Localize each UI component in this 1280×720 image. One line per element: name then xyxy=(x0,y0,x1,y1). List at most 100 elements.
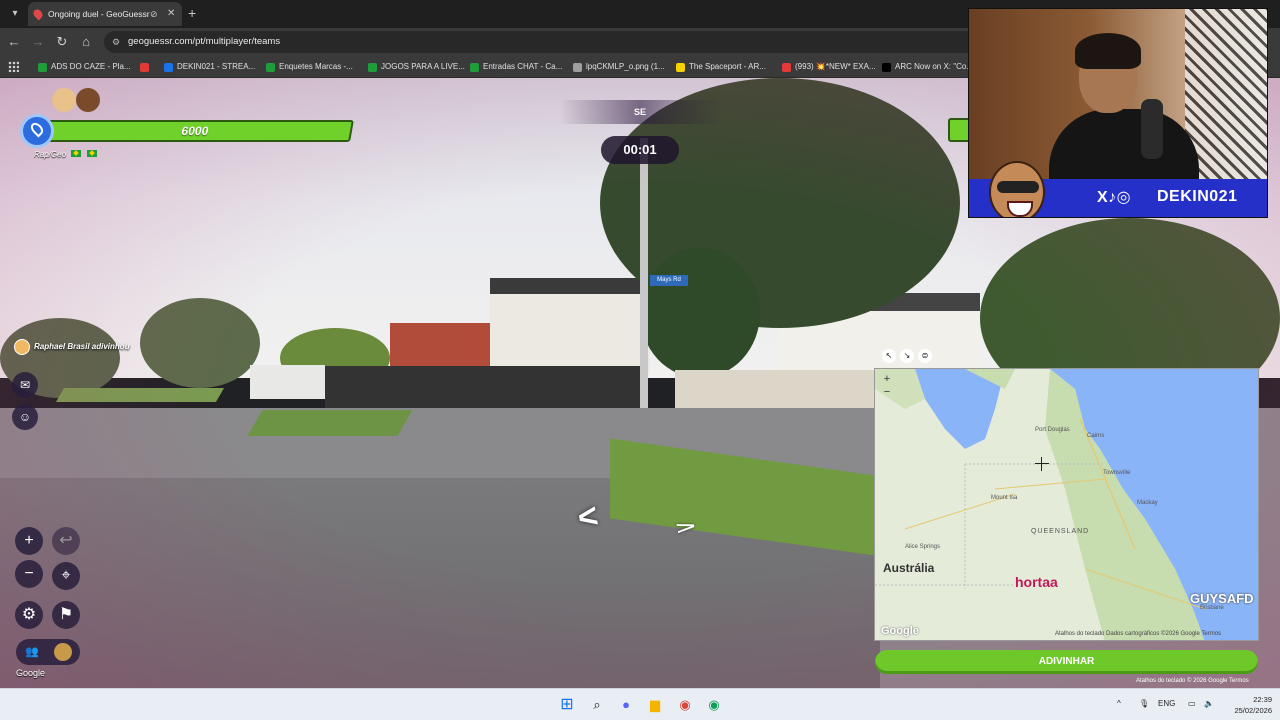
forward-icon[interactable]: → xyxy=(30,34,46,50)
bookmark-label: The Spaceport - AR... xyxy=(689,62,766,71)
map-country-label: Austrália xyxy=(883,561,935,575)
webcam-overlay: X♪◎ DEKIN021 xyxy=(968,8,1268,218)
discord-icon[interactable]: ● xyxy=(617,696,635,714)
settings-gear-icon[interactable]: ⚙ xyxy=(15,601,43,629)
map-expand-icon[interactable]: ↖ xyxy=(882,349,896,363)
map-pin-icon[interactable]: ⊜ xyxy=(918,349,932,363)
tab-search-icon[interactable]: ▾ xyxy=(6,5,24,23)
apps-grid-icon[interactable] xyxy=(8,61,19,72)
bookmark-item[interactable] xyxy=(140,59,153,75)
home-icon[interactable]: ⌂ xyxy=(78,34,94,50)
map-attribution: Atalhos do teclado Dados cartográficos ©… xyxy=(1055,631,1222,637)
move-arrow-icon[interactable]: > xyxy=(674,516,697,539)
emote-icon[interactable]: ☺ xyxy=(12,404,38,430)
map-place: Townsville xyxy=(1103,470,1131,476)
microphone-icon[interactable]: 🎙 xyxy=(1139,699,1149,708)
map-shrink-icon[interactable]: ↘ xyxy=(900,349,914,363)
guess-notification: Raphael Brasil adivinhou xyxy=(14,339,130,355)
bookmark-favicon-icon xyxy=(38,63,47,72)
bookmark-item[interactable]: The Spaceport - AR... xyxy=(676,59,766,75)
tray-overflow-icon[interactable]: ^ xyxy=(1117,699,1121,708)
undo-move-icon[interactable]: ↩ xyxy=(52,527,80,555)
street-sign: Mays Rd xyxy=(650,275,688,286)
chrome-icon[interactable]: ◉ xyxy=(705,696,723,714)
bookmark-favicon-icon xyxy=(368,63,377,72)
lawn xyxy=(55,388,225,402)
bookmark-label: Enquetes Marcas -... xyxy=(279,62,353,71)
bookmark-favicon-icon xyxy=(782,63,791,72)
search-icon[interactable]: ⌕ xyxy=(588,696,606,714)
bookmark-favicon-icon xyxy=(140,63,149,72)
site-info-icon[interactable]: ⚙ xyxy=(112,31,120,53)
map-place: Port Douglas xyxy=(1035,427,1070,433)
team-health-value: 6000 xyxy=(180,124,210,138)
browser-tab-active[interactable]: Ongoing duel - GeoGuessr ⊘ ✕ xyxy=(28,2,182,26)
system-clock[interactable]: 22:39 25/02/2026 xyxy=(1224,694,1272,716)
bookmark-item[interactable]: JOGOS PARA A LIVE... xyxy=(368,59,465,75)
bookmark-favicon-icon xyxy=(882,63,891,72)
clock-time: 22:39 xyxy=(1253,695,1272,704)
volume-icon[interactable]: 🔈 xyxy=(1204,699,1214,708)
guess-button[interactable]: ADIVINHAR xyxy=(875,650,1258,674)
streamer-handle: DEKIN021 xyxy=(1157,188,1238,205)
bookmark-label: JOGOS PARA A LIVE... xyxy=(381,62,465,71)
geoguessr-favicon-icon xyxy=(31,7,45,21)
streamer-body xyxy=(1049,109,1199,189)
map-toolbar: ↖ ↘ ⊜ xyxy=(878,349,934,367)
bookmark-label: DEKIN021 - STREA... xyxy=(177,62,256,71)
fence-dark xyxy=(325,366,645,412)
guess-notification-text: Raphael Brasil adivinhou xyxy=(34,342,130,351)
network-icon[interactable]: ▭ xyxy=(1188,699,1196,708)
bookmark-favicon-icon xyxy=(470,63,479,72)
file-explorer-icon[interactable]: ▆ xyxy=(646,696,664,714)
players-button[interactable]: 👥 xyxy=(16,639,80,665)
new-tab-icon[interactable]: + xyxy=(188,5,202,21)
bookmark-label: Entradas CHAT - Ca... xyxy=(483,62,563,71)
player-avatar xyxy=(14,339,30,355)
bookmark-item[interactable]: ADS DO CAZE - Pla... xyxy=(38,59,131,75)
bookmark-label: lpqCKMLP_o.png (1... xyxy=(586,62,665,71)
taskbar: ⊞ ⌕ ● ▆ ◉ ◉ ^ 🎙 ENG ▭ 🔈 22:39 25/02/2026 xyxy=(0,688,1280,720)
chrome-icon[interactable]: ◉ xyxy=(676,696,694,714)
map-place: Mackay xyxy=(1137,500,1158,506)
compass: SE xyxy=(560,100,720,124)
bookmark-item[interactable]: ARC Now on X: "Co... xyxy=(882,59,973,75)
bookmark-item[interactable]: (993) 💥*NEW* EXA... xyxy=(782,59,876,75)
team-health-card: 6000 xyxy=(20,114,354,148)
flag-icon[interactable]: ⚑ xyxy=(52,601,80,629)
players-icon: 👥 xyxy=(25,646,39,658)
tab-close-icon[interactable]: ✕ xyxy=(167,2,175,26)
map-zoom-out-button[interactable]: − xyxy=(879,386,895,399)
bookmark-item[interactable]: Entradas CHAT - Ca... xyxy=(470,59,562,75)
tree xyxy=(640,248,760,378)
map-overlay-text: GUYSAFD xyxy=(1190,591,1254,606)
clock-date: 25/02/2026 xyxy=(1234,706,1272,715)
player-avatar xyxy=(54,643,72,661)
bookmark-label: ARC Now on X: "Co... xyxy=(895,62,973,71)
tab-title: Ongoing duel - GeoGuessr xyxy=(48,9,150,19)
map-zoom-in-button[interactable]: + xyxy=(879,373,895,386)
compass-heading: SE xyxy=(633,107,646,117)
bookmark-favicon-icon xyxy=(164,63,173,72)
map-zoom-controls: + − xyxy=(879,373,895,401)
bookmark-favicon-icon xyxy=(266,63,275,72)
bookmark-item[interactable]: Enquetes Marcas -... xyxy=(266,59,353,75)
language-indicator[interactable]: ENG xyxy=(1158,699,1175,708)
chat-icon[interactable]: ✉ xyxy=(12,372,38,398)
bookmark-item[interactable]: lpqCKMLP_o.png (1... xyxy=(573,59,665,75)
crosshair-cursor-icon xyxy=(1035,457,1049,471)
bookmark-item[interactable]: DEKIN021 - STREA... xyxy=(164,59,255,75)
zoom-out-button[interactable]: − xyxy=(15,560,43,588)
windows-start-icon[interactable]: ⊞ xyxy=(558,696,576,714)
fence-white xyxy=(250,365,325,399)
zoom-in-button[interactable]: + xyxy=(15,527,43,555)
reload-icon[interactable]: ↻ xyxy=(54,34,70,50)
brazil-flag-icon xyxy=(71,150,82,157)
tab-mute-icon[interactable]: ⊘ xyxy=(150,2,158,26)
google-logo: Google xyxy=(16,668,46,678)
map-place: Cairns xyxy=(1087,433,1105,439)
back-icon[interactable]: ← xyxy=(6,34,22,50)
team-avatars xyxy=(52,88,108,116)
team-name: Rap/Geo xyxy=(34,150,97,159)
return-to-start-icon[interactable]: ⌖ xyxy=(52,562,80,590)
